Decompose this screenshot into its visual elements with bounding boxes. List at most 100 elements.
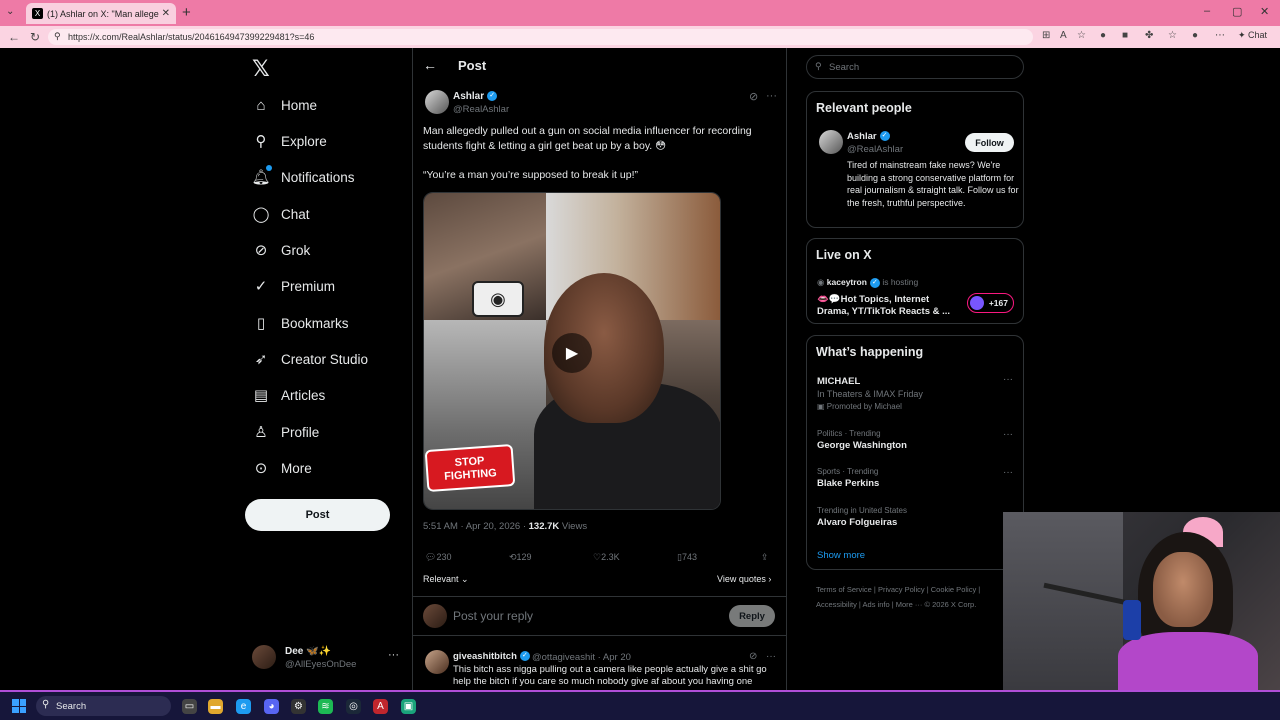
trend-more-icon[interactable]: ··· bbox=[1003, 374, 1013, 385]
live-listeners-badge[interactable]: +167 bbox=[967, 293, 1014, 313]
file-explorer-icon[interactable]: ▬ bbox=[208, 699, 223, 714]
settings-more-icon[interactable]: ⋯ bbox=[1215, 30, 1225, 41]
footer-line[interactable]: Accessibility | Ads info | More ··· © 20… bbox=[816, 597, 1006, 612]
discord-icon[interactable]: ◕ bbox=[264, 699, 279, 714]
nav-articles[interactable]: ▤ Articles bbox=[252, 383, 325, 407]
site-info-icon[interactable]: ⚲ bbox=[54, 31, 61, 42]
nav-label: Articles bbox=[281, 387, 326, 403]
read-aloud-icon[interactable]: A bbox=[1060, 30, 1067, 41]
nav-premium[interactable]: ✓ Premium bbox=[252, 274, 335, 298]
avatar[interactable] bbox=[425, 650, 449, 674]
author-avatar[interactable] bbox=[425, 90, 449, 114]
views-count: 132.7K bbox=[528, 521, 560, 532]
nav-profile[interactable]: ♙ Profile bbox=[252, 420, 319, 444]
tab-menu-icon[interactable]: ⌄ bbox=[6, 6, 14, 17]
author-handle[interactable]: @RealAshlar bbox=[453, 104, 509, 115]
like-action[interactable]: ♡ 2.3K bbox=[593, 552, 620, 563]
person-name[interactable]: Ashlar ✓ bbox=[847, 131, 890, 142]
post-more-icon[interactable]: ··· bbox=[766, 90, 777, 102]
sidebar-footer-links: Terms of Service | Privacy Policy | Cook… bbox=[816, 582, 1006, 612]
edge-browser-icon[interactable]: e bbox=[236, 699, 251, 714]
account-switcher[interactable]: Dee 🦋✨ @AllEyesOnDee ··· bbox=[252, 645, 402, 675]
premium-icon: ✓ bbox=[254, 278, 268, 295]
reply-more-icon[interactable]: ··· bbox=[766, 651, 776, 662]
new-tab-icon[interactable]: + bbox=[182, 4, 191, 21]
repost-action[interactable]: ⟲ 129 bbox=[509, 552, 532, 563]
avatar bbox=[423, 604, 447, 628]
url-field[interactable]: ⚲ https://x.com/RealAshlar/status/204616… bbox=[48, 29, 1033, 45]
trend-more-icon[interactable]: ··· bbox=[1003, 429, 1013, 440]
reply-sort-dropdown[interactable]: Relevant ⌄ bbox=[423, 574, 469, 585]
trend-name: MICHAEL bbox=[817, 376, 861, 387]
view-quotes-link[interactable]: View quotes › bbox=[717, 574, 771, 584]
post-video[interactable]: ◉ STOP FIGHTING ▶ bbox=[423, 192, 721, 510]
trend-item[interactable]: Sports · Trending Blake Perkins ··· bbox=[817, 467, 1017, 489]
extensions-icon[interactable]: ✤ bbox=[1145, 30, 1153, 41]
windows-start-icon[interactable] bbox=[12, 699, 26, 713]
show-more-link[interactable]: Show more bbox=[817, 550, 865, 561]
nav-grok[interactable]: ⊘ Grok bbox=[252, 238, 311, 262]
browser-tab-active[interactable]: X (1) Ashlar on X: "Man allegedly pu ✕ bbox=[26, 3, 176, 24]
trend-more-icon[interactable]: ··· bbox=[1003, 467, 1013, 478]
back-icon[interactable]: ← bbox=[8, 30, 20, 44]
trend-item[interactable]: MICHAEL In Theaters & IMAX Friday ▣ Prom… bbox=[817, 374, 1017, 411]
apps-icon[interactable]: ⊞ bbox=[1042, 30, 1050, 41]
refresh-icon[interactable]: ↻ bbox=[30, 30, 40, 44]
home-icon: ⌂ bbox=[256, 96, 266, 114]
nav-notifications[interactable]: 🔔︎ Notifications bbox=[251, 165, 355, 189]
nav-explore[interactable]: ⚲ Explore bbox=[252, 129, 327, 153]
steam-icon[interactable]: ◎ bbox=[346, 699, 361, 714]
play-icon[interactable]: ▶ bbox=[552, 333, 592, 373]
reply-action[interactable]: 💬︎ 230 bbox=[425, 552, 451, 563]
tab-title: (1) Ashlar on X: "Man allegedly pu bbox=[47, 8, 159, 19]
maximize-icon[interactable]: ▢ bbox=[1232, 5, 1242, 18]
reply-input[interactable]: Post your reply bbox=[453, 609, 533, 623]
nav-creator-studio[interactable]: ➶ Creator Studio bbox=[252, 347, 368, 371]
live-host[interactable]: ◉ kaceytron ✓ is hosting bbox=[817, 277, 918, 288]
follow-button[interactable]: Follow bbox=[965, 133, 1014, 152]
profile-icon[interactable]: ● bbox=[1192, 30, 1198, 41]
nav-home[interactable]: ⌂ Home bbox=[252, 93, 317, 117]
share-icon[interactable]: ⇪ bbox=[761, 552, 769, 563]
trend-item[interactable]: Trending in United States Alvaro Folguei… bbox=[817, 506, 1017, 528]
app-icon[interactable]: A bbox=[373, 699, 388, 714]
settings-gear-icon[interactable]: ⚙ bbox=[291, 699, 306, 714]
app-icon[interactable]: ▣ bbox=[401, 699, 416, 714]
nav-more[interactable]: ⊙ More bbox=[252, 456, 312, 480]
bookmark-action[interactable]: ▯ 743 bbox=[677, 552, 697, 563]
nav-chat[interactable]: ◯ Chat bbox=[252, 202, 310, 226]
window-close-icon[interactable]: ✕ bbox=[1260, 5, 1269, 18]
copilot-chat-button[interactable]: ✦ Chat bbox=[1238, 30, 1267, 41]
search-input[interactable]: ⚲ Search bbox=[806, 55, 1024, 79]
person-bio: Tired of mainstream fake news? We're bui… bbox=[847, 160, 1019, 208]
reply-item[interactable]: giveashitbitch ✓ @ottagiveashit · Apr 20 … bbox=[413, 646, 786, 690]
grok-explain-icon[interactable]: ⊘ bbox=[749, 651, 757, 662]
x-logo-icon[interactable]: 𝕏 bbox=[252, 56, 270, 82]
avatar[interactable] bbox=[819, 130, 843, 154]
nav-label: Creator Studio bbox=[281, 351, 369, 367]
spotify-icon[interactable]: ≋ bbox=[318, 699, 333, 714]
minimize-icon[interactable]: – bbox=[1204, 5, 1210, 17]
nav-bookmarks[interactable]: ▯ Bookmarks bbox=[252, 311, 349, 335]
author-name[interactable]: Ashlar ✓ bbox=[453, 91, 498, 102]
nav-label: Home bbox=[281, 97, 318, 113]
trend-item[interactable]: Politics · Trending George Washington ··… bbox=[817, 429, 1017, 451]
reply-button[interactable]: Reply bbox=[729, 605, 775, 627]
footer-line[interactable]: Terms of Service | Privacy Policy | Cook… bbox=[816, 582, 1006, 597]
camera-icon: ◉ bbox=[472, 281, 524, 317]
favorites-icon[interactable]: ☆ bbox=[1168, 30, 1177, 41]
live-stream-title[interactable]: 👄💬Hot Topics, Internet Drama, YT/TikTok … bbox=[817, 294, 957, 318]
extension-icon[interactable]: ■ bbox=[1122, 30, 1128, 41]
grok-explain-icon[interactable]: ⊘ bbox=[749, 90, 758, 103]
favorite-star-icon[interactable]: ☆ bbox=[1077, 30, 1086, 41]
reply-author-name[interactable]: giveashitbitch ✓ bbox=[453, 651, 530, 662]
post-button[interactable]: Post bbox=[245, 499, 390, 531]
nav-label: Chat bbox=[281, 206, 310, 222]
task-view-icon[interactable]: ▭ bbox=[182, 699, 197, 714]
taskbar-search[interactable]: ⚲ Search bbox=[36, 696, 171, 716]
nav-label: Bookmarks bbox=[281, 315, 349, 331]
relevant-people-card: Relevant people Ashlar ✓ @RealAshlar Foll… bbox=[806, 91, 1024, 228]
back-arrow-icon[interactable]: ← bbox=[423, 57, 437, 73]
tab-close-icon[interactable]: ✕ bbox=[162, 8, 170, 19]
extension-icon[interactable]: ● bbox=[1100, 30, 1106, 41]
